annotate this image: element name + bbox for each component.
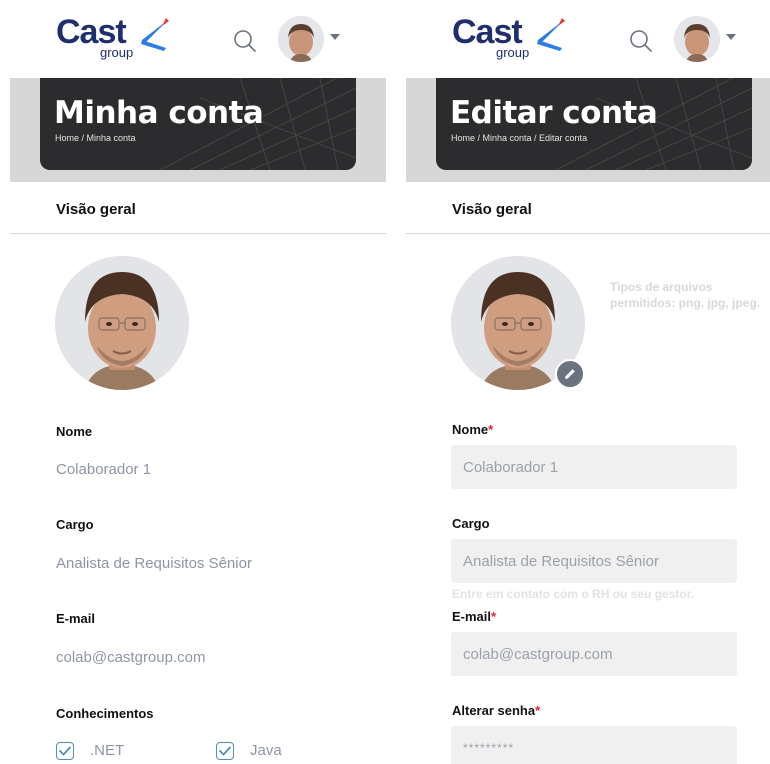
section-title: Visão geral — [56, 201, 136, 218]
skill-label: .NET — [90, 742, 125, 759]
edit-photo-button[interactable] — [555, 359, 585, 389]
skill-checkbox-dotnet[interactable]: .NET — [56, 742, 124, 760]
user-avatar[interactable] — [278, 16, 324, 62]
face-icon — [55, 256, 189, 390]
banner-area: Minha conta Home / Minha conta — [10, 78, 386, 182]
search-icon — [630, 30, 652, 52]
banner-area: Editar conta Home / Minha conta / Editar… — [406, 78, 770, 182]
required-mark: * — [535, 703, 541, 718]
conhecimentos-label: Conhecimentos — [56, 706, 154, 721]
logo-swoosh-icon — [537, 18, 565, 51]
cargo-label: Cargo — [452, 516, 490, 531]
email-label: E-mail* — [452, 609, 497, 624]
required-mark: * — [491, 609, 497, 624]
email-label: E-mail — [56, 611, 96, 626]
skill-label: Java — [250, 742, 282, 759]
cast-group-logo[interactable]: Cast group — [56, 14, 176, 66]
page-title: Minha conta — [54, 95, 264, 131]
pencil-icon — [565, 369, 575, 379]
cast-group-logo[interactable]: Cast group — [452, 14, 572, 66]
nome-label: Nome* — [452, 422, 494, 437]
cargo-input — [451, 539, 737, 583]
page-banner: Minha conta Home / Minha conta — [40, 78, 356, 170]
breadcrumb[interactable]: Home / Minha conta / Editar conta — [451, 133, 587, 144]
nome-input[interactable] — [451, 445, 737, 489]
section-title: Visão geral — [452, 201, 532, 218]
nome-value: Colaborador 1 — [56, 461, 152, 478]
file-types-hint: Tipos de arquivos permitidos: png, jpg, … — [610, 280, 760, 310]
user-avatar[interactable] — [674, 16, 720, 62]
email-value: colab@castgroup.com — [56, 649, 206, 666]
required-mark: * — [488, 422, 494, 437]
logo-subtext: group — [100, 45, 134, 60]
checkbox-checked-icon[interactable] — [216, 742, 234, 760]
chevron-down-icon[interactable] — [330, 34, 340, 40]
edit-account-screen: Cast group Editar conta Home / Minha con… — [406, 0, 770, 764]
password-input[interactable] — [451, 726, 737, 764]
face-icon — [674, 16, 720, 62]
nome-label: Nome — [56, 424, 93, 439]
search-button[interactable] — [232, 28, 258, 54]
search-icon — [234, 30, 256, 52]
profile-photo — [55, 256, 189, 390]
cargo-label: Cargo — [56, 517, 94, 532]
senha-label: Alterar senha* — [452, 703, 541, 718]
checkbox-checked-icon[interactable] — [56, 742, 74, 760]
view-account-screen: Cast group Minha conta Home / Minha cont… — [10, 0, 386, 764]
chevron-down-icon[interactable] — [726, 34, 736, 40]
email-input[interactable] — [451, 632, 737, 676]
app-header: Cast group — [10, 0, 386, 78]
breadcrumb[interactable]: Home / Minha conta — [55, 133, 136, 144]
page-title: Editar conta — [450, 95, 658, 131]
skill-checkbox-java[interactable]: Java — [216, 742, 282, 760]
page-banner: Editar conta Home / Minha conta / Editar… — [436, 78, 752, 170]
search-button[interactable] — [628, 28, 654, 54]
logo-swoosh-icon — [141, 18, 169, 51]
cargo-value: Analista de Requisitos Sênior — [56, 555, 252, 572]
divider — [406, 233, 770, 234]
app-header: Cast group — [406, 0, 770, 78]
logo-subtext: group — [496, 45, 530, 60]
divider — [10, 233, 386, 234]
cargo-help-text: Entre em contato com o RH ou seu gestor. — [452, 587, 695, 601]
face-icon — [278, 16, 324, 62]
